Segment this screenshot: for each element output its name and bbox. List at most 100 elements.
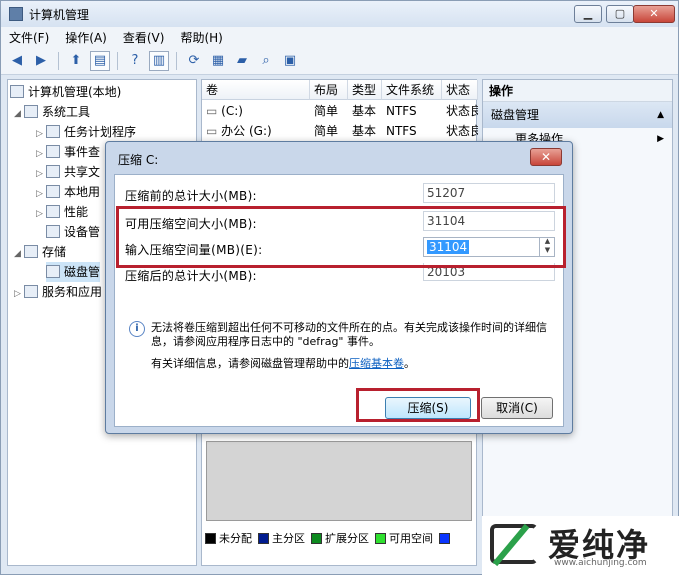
drive-icon: ▭ [206, 104, 222, 118]
tree-item-local-users[interactable]: ▷ 本地用 [36, 182, 100, 202]
show-tree-icon[interactable]: ▤ [90, 50, 110, 71]
shrink-basic-volume-link[interactable]: 压缩基本卷 [349, 357, 404, 370]
tree-item-storage[interactable]: ◢ 存储 [14, 242, 66, 262]
tree-item-task-scheduler[interactable]: ▷ 任务计划程序 [36, 122, 136, 142]
disk-list-icon[interactable]: ▣ [280, 51, 300, 71]
type-cell: 基本 [352, 104, 377, 118]
search-icon[interactable]: ⌕ [256, 51, 276, 71]
tree-item-computer-management[interactable]: 计算机管理(本地) [10, 82, 121, 102]
back-arrow-icon[interactable]: ◀ [7, 51, 27, 71]
show-action-pane-icon[interactable]: ▥ [149, 50, 169, 71]
help-text: 有关详细信息，请参阅磁盘管理帮助中的压缩基本卷。 [151, 357, 415, 370]
storage-icon [24, 245, 38, 258]
column-header-status[interactable]: 状态 [442, 80, 478, 100]
highlight-box [116, 206, 566, 268]
help-icon[interactable]: ? [125, 51, 145, 71]
menu-help[interactable]: 帮助(H) [172, 29, 230, 46]
total-size-before-value: 51207 [423, 183, 555, 203]
expanded-triangle-icon[interactable]: ◢ [14, 104, 24, 122]
menu-view[interactable]: 查看(V) [115, 29, 173, 46]
tree-item-performance[interactable]: ▷ 性能 [36, 202, 88, 222]
disk-graphic-area [206, 441, 472, 521]
toolbar-separator [117, 51, 118, 70]
tools-icon [24, 105, 38, 118]
filesystem-cell: NTFS [386, 104, 417, 118]
volume-name-cell: ▭ 办公 (G:) [206, 124, 272, 138]
users-icon [46, 185, 60, 198]
shared-folder-icon [46, 165, 60, 178]
menu-bar: 文件(F) 操作(A) 查看(V) 帮助(H) [1, 27, 678, 47]
clock-icon [46, 125, 60, 138]
collapsed-triangle-icon[interactable]: ▷ [36, 124, 46, 142]
toolbar-separator [58, 51, 59, 70]
column-header-layout[interactable]: 布局 [310, 80, 348, 100]
device-manager-icon [46, 225, 60, 238]
highlight-box [356, 388, 480, 422]
column-header-volume[interactable]: 卷 [202, 80, 310, 100]
disk-icon [46, 265, 60, 278]
collapsed-triangle-icon[interactable]: ▷ [36, 184, 46, 202]
up-folder-icon[interactable]: ⬆ [66, 51, 86, 71]
legend-swatch [439, 532, 450, 544]
info-icon: i [129, 321, 145, 337]
cancel-button[interactable]: 取消(C) [481, 397, 553, 419]
maximize-button[interactable]: ▢ [606, 5, 634, 23]
legend-item [439, 532, 453, 545]
tree-item-disk-management[interactable]: 磁盘管 [46, 262, 101, 282]
toolbar-separator [176, 51, 177, 70]
collapsed-triangle-icon[interactable]: ▷ [36, 164, 46, 182]
tree-item-shared-folders[interactable]: ▷ 共享文 [36, 162, 100, 182]
total-size-after-label: 压缩后的总计大小(MB): [125, 269, 257, 283]
toolbar: ◀ ▶ ⬆ ▤ ? ▥ ⟳ ▦ ▰ ⌕ ▣ [1, 47, 678, 75]
window-title: 计算机管理 [29, 7, 90, 22]
legend-item: 主分区 [258, 530, 305, 546]
layout-cell: 简单 [314, 124, 339, 138]
info-message: 无法将卷压缩到超出任何不可移动的文件所在的点。有关完成该操作时间的详细信息，请参… [151, 321, 547, 348]
open-folder-icon[interactable]: ▰ [232, 51, 252, 71]
legend-swatch [258, 533, 269, 544]
type-cell: 基本 [352, 124, 377, 138]
forward-arrow-icon[interactable]: ▶ [31, 51, 51, 71]
menu-file[interactable]: 文件(F) [1, 29, 57, 46]
layout-cell: 简单 [314, 104, 339, 118]
status-cell: 状态良 [446, 104, 478, 118]
expanded-triangle-icon[interactable]: ◢ [14, 244, 24, 262]
event-viewer-icon [46, 145, 60, 158]
title-bar: 计算机管理 ▁ ▢ ✕ [1, 1, 678, 27]
tree-item-event-viewer[interactable]: ▷ 事件查 [36, 142, 100, 162]
services-icon [24, 285, 38, 298]
close-button[interactable]: ✕ [633, 5, 675, 23]
watermark: 爱纯净 www.aichunjing.com [482, 516, 679, 575]
collapsed-triangle-icon[interactable]: ▷ [36, 144, 46, 162]
legend-swatch [375, 533, 386, 544]
properties-icon[interactable]: ▦ [208, 51, 228, 71]
tree-item-system-tools[interactable]: ◢ 系统工具 [14, 102, 90, 122]
performance-icon [46, 205, 60, 218]
dialog-close-button[interactable]: ✕ [530, 148, 562, 166]
volume-name-cell: ▭ (C:) [206, 104, 243, 118]
shrink-dialog: 压缩 C: ✕ 压缩前的总计大小(MB): 51207 可用压缩空间大小(MB)… [105, 141, 573, 434]
tree-item-device-manager[interactable]: 设备管 [46, 222, 100, 242]
total-size-before-label: 压缩前的总计大小(MB): [125, 189, 257, 203]
legend-item: 未分配 [205, 530, 252, 546]
column-header-type[interactable]: 类型 [348, 80, 382, 100]
dialog-title: 压缩 C: [118, 153, 159, 167]
minimize-button[interactable]: ▁ [574, 5, 602, 23]
legend-swatch [205, 533, 216, 544]
status-cell: 状态良 [446, 124, 478, 138]
collapsed-triangle-icon[interactable]: ▷ [14, 284, 24, 302]
actions-section-disk-management[interactable]: 磁盘管理 [483, 102, 672, 128]
watermark-url: www.aichunjing.com [554, 558, 647, 568]
menu-action[interactable]: 操作(A) [57, 29, 115, 46]
computer-icon [10, 85, 24, 98]
drive-icon: ▭ [206, 124, 222, 138]
legend-item: 扩展分区 [311, 530, 369, 546]
tree-item-services-apps[interactable]: ▷ 服务和应用 [14, 282, 102, 302]
legend-item: 可用空间 [375, 530, 433, 546]
refresh-icon[interactable]: ⟳ [184, 51, 204, 71]
legend-swatch [311, 533, 322, 544]
collapsed-triangle-icon[interactable]: ▷ [36, 204, 46, 222]
column-header-filesystem[interactable]: 文件系统 [382, 80, 442, 100]
actions-header: 操作 [483, 80, 672, 102]
filesystem-cell: NTFS [386, 124, 417, 138]
